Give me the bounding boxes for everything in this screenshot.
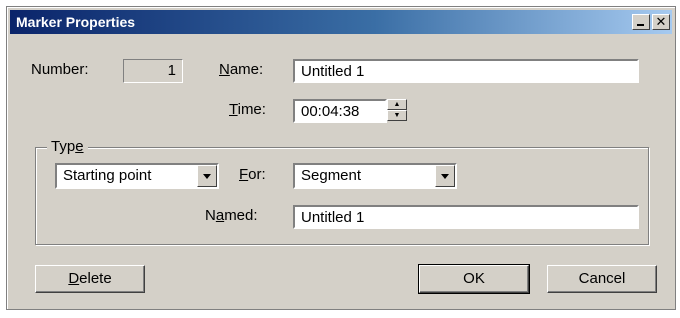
time-label: Time:: [229, 101, 266, 118]
for-label: For:: [239, 166, 266, 183]
type-select-value: Starting point: [63, 167, 152, 184]
named-label: Named:: [205, 207, 258, 224]
window-title: Marker Properties: [16, 14, 136, 30]
chevron-down-icon[interactable]: [197, 165, 217, 187]
cancel-button[interactable]: Cancel: [547, 265, 657, 293]
name-label: Name:: [219, 61, 264, 78]
ok-button[interactable]: OK: [418, 264, 530, 294]
delete-button[interactable]: Delete: [35, 265, 145, 293]
title-bar[interactable]: Marker Properties ✕: [10, 10, 672, 34]
type-group-legend: Type: [47, 138, 88, 155]
number-label: Number:: [31, 61, 89, 78]
spin-down-button[interactable]: ▼: [387, 110, 407, 121]
minimize-icon[interactable]: [632, 14, 650, 30]
named-input[interactable]: [293, 205, 639, 229]
time-input[interactable]: [293, 99, 387, 123]
spin-arrows-icon[interactable]: ▲ ▼: [387, 99, 407, 123]
name-input[interactable]: [293, 59, 639, 83]
marker-properties-dialog: Marker Properties ✕ Number: 1 Name: Time…: [6, 6, 676, 310]
type-select[interactable]: Starting point: [55, 163, 219, 189]
close-icon[interactable]: ✕: [652, 14, 670, 30]
type-group: [35, 147, 649, 245]
number-field: 1: [123, 59, 183, 83]
chevron-down-icon[interactable]: [435, 165, 455, 187]
for-select-value: Segment: [301, 167, 362, 184]
spin-up-button[interactable]: ▲: [387, 99, 407, 110]
for-select[interactable]: Segment: [293, 163, 457, 189]
